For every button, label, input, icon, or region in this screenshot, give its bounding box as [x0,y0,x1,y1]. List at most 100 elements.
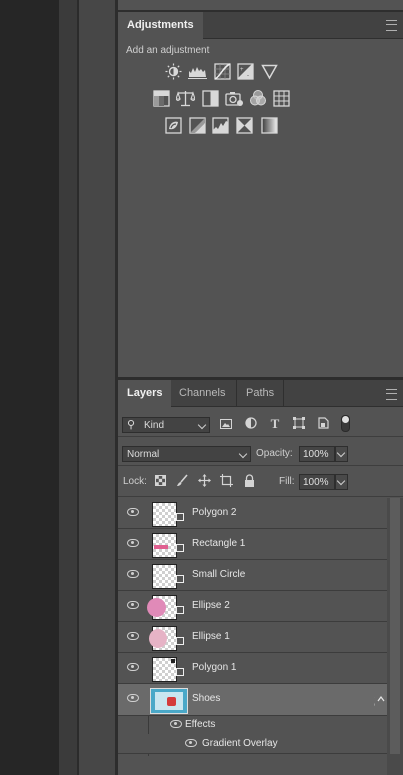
scrollbar-thumb[interactable] [390,498,400,754]
black-white-icon[interactable] [202,90,219,107]
layer-row[interactable]: Rectangle 1 [118,529,387,560]
filter-toggle[interactable] [341,415,350,432]
eye-icon[interactable] [127,570,139,578]
layer-name: Shoes [192,693,221,704]
layer-thumbnail [152,657,177,682]
panel-menu-icon[interactable] [386,389,397,400]
threshold-icon[interactable] [212,117,229,134]
lock-image-pixels-icon[interactable] [175,474,189,490]
polygon-preview [171,659,175,663]
layer-row[interactable]: Polygon 1 [118,653,387,684]
layer-name: Rectangle 1 [192,538,246,549]
previous-panel [118,0,403,12]
lock-transparent-pixels-icon[interactable] [153,475,167,489]
eye-icon[interactable] [170,720,182,728]
fill-dropdown[interactable] [335,474,348,490]
color-lookup-icon[interactable] [273,90,290,107]
lock-position-icon[interactable] [197,474,211,490]
layer-row[interactable]: Small Circle [118,560,387,591]
hue-saturation-icon[interactable] [153,90,170,107]
eye-icon[interactable] [185,739,197,747]
filter-kind-select[interactable]: ⚲ Kind [122,417,210,433]
layer-thumbnail [152,533,177,558]
channel-mixer-icon[interactable] [249,89,267,107]
selective-color-icon[interactable] [236,117,253,134]
toggle-knob [342,416,349,423]
opacity-field[interactable]: 100% [299,446,335,462]
layer-row[interactable]: Polygon 2 [118,498,387,529]
ellipse-preview [149,629,167,648]
filter-row: ⚲ Kind T [118,406,403,437]
layer-name: Ellipse 1 [192,631,230,642]
adjustment-hint: Add an adjustment [126,45,210,56]
invert-icon[interactable] [165,117,182,134]
eye-icon[interactable] [127,632,139,640]
chevron-down-icon [336,448,346,458]
lock-artboard-icon[interactable] [219,474,233,490]
layer-thumbnail [152,502,177,527]
posterize-icon[interactable] [189,117,206,134]
lock-all-icon[interactable] [242,474,256,490]
curves-icon[interactable] [214,63,231,80]
tab-adjustments[interactable]: Adjustments [118,12,203,39]
layer-name: Polygon 1 [192,662,237,673]
lock-row: Lock: Fill: 100% [118,466,403,497]
svg-text:-: - [247,73,249,79]
color-balance-icon[interactable] [175,90,196,107]
exposure-icon[interactable]: + - [237,63,254,80]
ellipse-preview [147,598,166,617]
smart-object-filter-icon[interactable] [316,417,330,432]
effect-name: Gradient Overlay [202,738,278,749]
vibrance-icon[interactable] [261,63,278,80]
tab-channels[interactable]: Channels [170,380,234,406]
brightness-contrast-icon[interactable] [165,63,182,80]
panel-menu-icon[interactable] [386,20,397,31]
layer-row[interactable]: Ellipse 1 [118,622,387,653]
levels-icon[interactable] [188,63,207,80]
lock-label: Lock: [123,476,147,487]
adjustment-filter-icon[interactable] [244,417,258,432]
opacity-dropdown[interactable] [335,446,348,462]
chevron-down-icon [336,476,346,486]
scrollbar-track[interactable] [387,498,403,775]
gradient-map-icon[interactable] [261,117,278,134]
tab-layers[interactable]: Layers [118,380,172,407]
eye-icon[interactable] [127,663,139,671]
layer-row-selected[interactable]: Shoes fx [118,684,387,716]
eye-icon[interactable] [127,508,139,516]
pixel-filter-icon[interactable] [219,418,233,432]
layer-thumbnail [150,688,188,714]
shape-layer-icon [176,606,184,614]
chevron-down-icon [238,449,248,459]
blend-row: Normal Opacity: 100% [118,437,403,466]
type-filter-icon[interactable]: T [268,416,282,432]
fill-field[interactable]: 100% [299,474,335,490]
tab-divider [236,380,237,406]
effects-row[interactable]: Effects [118,716,387,756]
eye-icon[interactable] [127,539,139,547]
fill-label: Fill: [279,476,295,487]
canvas-area [0,0,59,775]
shape-layer-icon [176,544,184,552]
layer-list: Polygon 2 Rectangle 1 Small Circle Ellip… [118,498,403,775]
tab-paths[interactable]: Paths [237,380,283,406]
layer-thumbnail [152,564,177,589]
eye-icon[interactable] [127,694,139,702]
chevron-down-icon [197,420,207,430]
layer-thumbnail [149,626,177,651]
shape-layer-icon [176,668,184,676]
shoe-preview [167,697,176,706]
svg-text:+: + [240,67,244,73]
adjustments-panel: Adjustments Add an adjustment + - [118,12,403,377]
opacity-label: Opacity: [256,448,293,459]
effects-toggle[interactable] [375,684,387,715]
layer-row[interactable]: Ellipse 2 [118,591,387,622]
photo-filter-icon[interactable] [225,90,244,107]
layer-name: Small Circle [192,569,246,580]
shape-filter-icon[interactable] [292,417,306,432]
shape-layer-icon [176,575,184,583]
blend-mode-select[interactable]: Normal [122,446,251,462]
effect-item-row[interactable]: Gradient Overlay [118,734,387,754]
layers-panel: Layers Channels Paths ⚲ Kind T Normal Op… [118,380,403,775]
eye-icon[interactable] [127,601,139,609]
